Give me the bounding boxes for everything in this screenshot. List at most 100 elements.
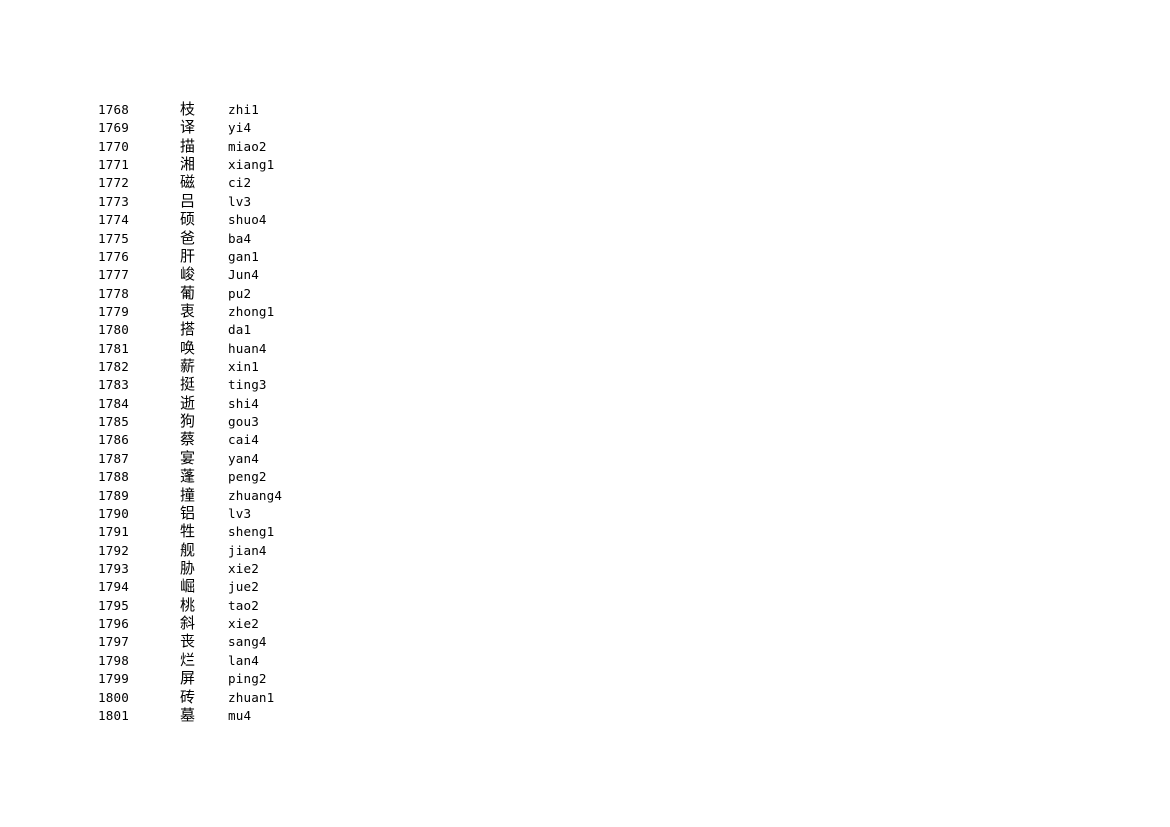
pinyin-reading: zhuan1	[228, 689, 275, 705]
row-index: 1799	[98, 671, 129, 687]
pinyin-reading: huan4	[228, 340, 267, 356]
chinese-character: 宴	[180, 448, 196, 467]
row-index: 1778	[98, 285, 129, 301]
chinese-character: 撞	[180, 485, 196, 504]
list-item: 1786 蔡 cai4	[98, 430, 498, 448]
row-index: 1788	[98, 469, 129, 485]
row-index: 1789	[98, 487, 129, 503]
pinyin-reading: yi4	[228, 120, 252, 136]
chinese-character: 肝	[180, 246, 196, 265]
list-item: 1783 挺 ting3	[98, 375, 498, 393]
list-item: 1795 桃 tao2	[98, 596, 498, 614]
pinyin-reading: da1	[228, 322, 252, 338]
list-item: 1794 崛 jue2	[98, 577, 498, 595]
chinese-character: 舰	[180, 540, 196, 559]
row-index: 1773	[98, 193, 129, 209]
chinese-character: 崛	[180, 577, 196, 596]
pinyin-reading: shuo4	[228, 212, 267, 228]
chinese-character: 峻	[180, 265, 196, 284]
list-item: 1770 描 miao2	[98, 137, 498, 155]
chinese-character: 斜	[180, 614, 196, 633]
pinyin-reading: zhong1	[228, 303, 275, 319]
chinese-character: 硕	[180, 210, 196, 229]
list-item: 1784 逝 shi4	[98, 394, 498, 412]
row-index: 1771	[98, 157, 129, 173]
pinyin-reading: ting3	[228, 377, 267, 393]
character-pinyin-list: 1768 枝 zhi1 1769 译 yi4 1770 描 miao2 1771 湘 xiang1 17…	[98, 100, 498, 724]
list-item: 1781 唤 huan4	[98, 339, 498, 357]
row-index: 1796	[98, 616, 129, 632]
chinese-character: 磁	[180, 173, 196, 192]
pinyin-reading: cai4	[228, 432, 259, 448]
list-item: 1772 磁 ci2	[98, 173, 498, 191]
list-item: 1789 撞 zhuang4	[98, 486, 498, 504]
chinese-character: 逝	[180, 393, 196, 412]
pinyin-reading: pu2	[228, 285, 252, 301]
row-index: 1801	[98, 707, 129, 723]
list-item: 1799 屏 ping2	[98, 669, 498, 687]
list-item: 1776 肝 gan1	[98, 247, 498, 265]
pinyin-reading: xie2	[228, 616, 259, 632]
row-index: 1781	[98, 340, 129, 356]
row-index: 1795	[98, 597, 129, 613]
pinyin-reading: xin1	[228, 359, 259, 375]
pinyin-reading: peng2	[228, 469, 267, 485]
pinyin-reading: jian4	[228, 542, 267, 558]
row-index: 1800	[98, 689, 129, 705]
pinyin-reading: gan1	[228, 248, 259, 264]
pinyin-reading: xiang1	[228, 157, 275, 173]
pinyin-reading: xie2	[228, 560, 259, 576]
list-item: 1793 胁 xie2	[98, 559, 498, 577]
pinyin-reading: lv3	[228, 193, 252, 209]
list-item: 1787 宴 yan4	[98, 449, 498, 467]
chinese-character: 薪	[180, 357, 196, 376]
pinyin-reading: yan4	[228, 450, 259, 466]
row-index: 1769	[98, 120, 129, 136]
pinyin-reading: miao2	[228, 138, 267, 154]
chinese-character: 衷	[180, 301, 196, 320]
document-page: 1768 枝 zhi1 1769 译 yi4 1770 描 miao2 1771 湘 xiang1 17…	[0, 0, 1170, 827]
pinyin-reading: ba4	[228, 230, 252, 246]
list-item: 1782 薪 xin1	[98, 357, 498, 375]
chinese-character: 湘	[180, 155, 196, 174]
chinese-character: 蔡	[180, 430, 196, 449]
chinese-character: 挺	[180, 375, 196, 394]
row-index: 1777	[98, 267, 129, 283]
pinyin-reading: ci2	[228, 175, 252, 191]
pinyin-reading: tao2	[228, 597, 259, 613]
row-index: 1783	[98, 377, 129, 393]
chinese-character: 铝	[180, 503, 196, 522]
row-index: 1768	[98, 102, 129, 117]
chinese-character: 砖	[180, 687, 196, 706]
chinese-character: 爸	[180, 228, 196, 247]
list-item: 1771 湘 xiang1	[98, 155, 498, 173]
pinyin-reading: gou3	[228, 414, 259, 430]
list-item: 1798 烂 lan4	[98, 651, 498, 669]
row-index: 1792	[98, 542, 129, 558]
pinyin-reading: lv3	[228, 505, 252, 521]
chinese-character: 牲	[180, 522, 196, 541]
row-index: 1785	[98, 414, 129, 430]
list-item: 1785 狗 gou3	[98, 412, 498, 430]
row-index: 1784	[98, 395, 129, 411]
list-item: 1778 葡 pu2	[98, 284, 498, 302]
chinese-character: 唤	[180, 338, 196, 357]
pinyin-reading: sang4	[228, 634, 267, 650]
list-item: 1797 丧 sang4	[98, 632, 498, 650]
row-index: 1782	[98, 359, 129, 375]
list-item: 1801 墓 mu4	[98, 706, 498, 724]
list-item: 1796 斜 xie2	[98, 614, 498, 632]
chinese-character: 描	[180, 136, 196, 155]
row-index: 1779	[98, 303, 129, 319]
list-item: 1768 枝 zhi1	[98, 100, 498, 118]
row-index: 1770	[98, 138, 129, 154]
row-index: 1775	[98, 230, 129, 246]
list-item: 1790 铝 lv3	[98, 504, 498, 522]
chinese-character: 丧	[180, 632, 196, 651]
pinyin-reading: shi4	[228, 395, 259, 411]
row-index: 1797	[98, 634, 129, 650]
row-index: 1786	[98, 432, 129, 448]
chinese-character: 吕	[180, 191, 196, 210]
pinyin-reading: jue2	[228, 579, 259, 595]
list-item: 1773 吕 lv3	[98, 192, 498, 210]
